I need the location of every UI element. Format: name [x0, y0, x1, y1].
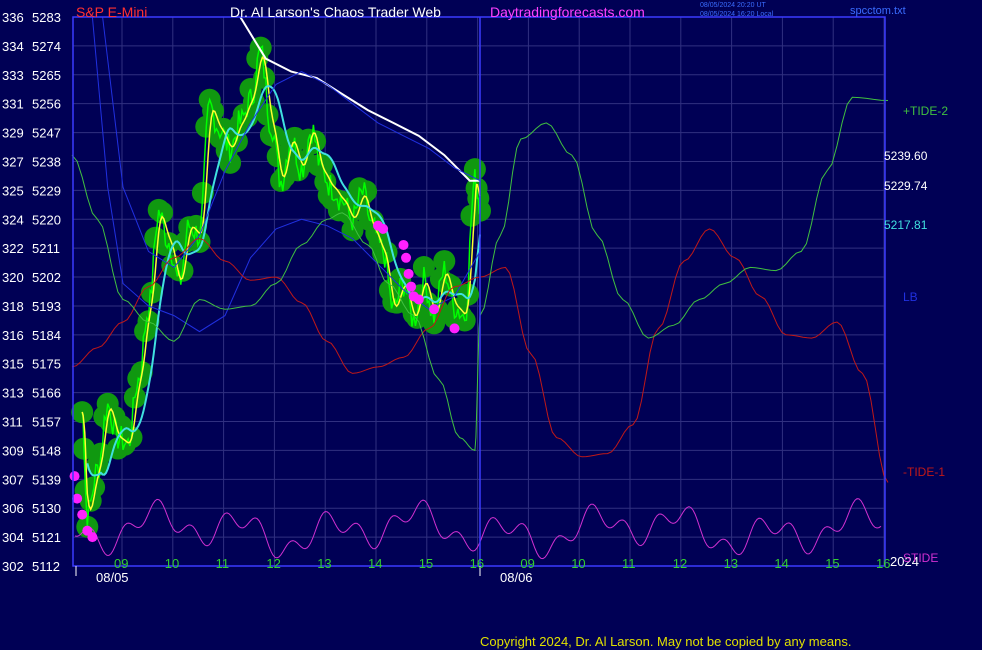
- label-tide-minus-1: -TIDE-1: [903, 465, 945, 479]
- y-tick-left: 302: [2, 559, 24, 574]
- site-link[interactable]: Daytradingforecasts.com: [490, 4, 645, 20]
- y-tick-price: 5274: [32, 39, 61, 54]
- y-tick-left: 333: [2, 68, 24, 83]
- y-tick-left: 315: [2, 357, 24, 372]
- turn-marker: [378, 223, 389, 234]
- x-tick-label: 13: [724, 556, 738, 571]
- y-tick-left: 320: [2, 270, 24, 285]
- y-tick-price: 5229: [32, 183, 61, 198]
- x-tick-label: 10: [165, 556, 179, 571]
- value-slow-average: 5217.81: [884, 218, 928, 232]
- date-label: 08/06: [500, 570, 533, 585]
- turn-marker: [429, 304, 440, 315]
- value-fast-average: 5229.74: [884, 179, 928, 193]
- y-tick-left: 336: [2, 10, 24, 25]
- y-tick-left: 306: [2, 501, 24, 516]
- y-tick-price: 5247: [32, 126, 61, 141]
- x-tick-label: 12: [673, 556, 687, 571]
- turn-marker: [449, 323, 460, 334]
- y-tick-price: 5256: [32, 97, 61, 112]
- x-tick-label: 14: [368, 556, 382, 571]
- turn-marker: [87, 532, 98, 543]
- x-tick-label: 15: [825, 556, 839, 571]
- x-tick-label: 11: [216, 556, 230, 571]
- timestamp-ut: 08/05/2024 20:20 UT: [700, 2, 766, 9]
- y-tick-price: 5220: [32, 212, 61, 227]
- x-tick-label: 15: [419, 556, 433, 571]
- y-tick-price: 5202: [32, 270, 61, 285]
- x-tick-label: 12: [266, 556, 280, 571]
- x-tick-label: 11: [622, 556, 636, 571]
- y-tick-price: 5139: [32, 472, 61, 487]
- x-tick-label: 09: [114, 556, 128, 571]
- y-tick-left: 327: [2, 154, 24, 169]
- y-tick-left: 329: [2, 126, 24, 141]
- y-tick-price: 5283: [32, 10, 61, 25]
- y-tick-left: 309: [2, 443, 24, 458]
- y-tick-price: 5148: [32, 443, 61, 458]
- turn-marker: [77, 509, 88, 520]
- turn-marker: [403, 268, 414, 279]
- y-tick-price: 5175: [32, 357, 61, 372]
- y-tick-left: 304: [2, 530, 24, 545]
- y-tick-price: 5157: [32, 415, 61, 430]
- y-tick-price: 5121: [32, 530, 61, 545]
- y-tick-left: 331: [2, 97, 24, 112]
- symbol-title: S&P E-Mini: [76, 4, 148, 20]
- x-tick-label: 10: [571, 556, 585, 571]
- y-tick-left: 307: [2, 472, 24, 487]
- turn-marker: [69, 471, 80, 482]
- x-tick-label: 09: [520, 556, 534, 571]
- label-tide-plus-2: +TIDE-2: [903, 104, 948, 118]
- y-tick-left: 324: [2, 212, 24, 227]
- label-lb: LB: [903, 290, 918, 304]
- x-tick-label: 16: [876, 556, 890, 571]
- file-name: spcctom.txt: [850, 5, 906, 17]
- y-tick-left: 313: [2, 386, 24, 401]
- timestamp-local: 08/05/2024 16:20 Local: [700, 11, 774, 18]
- x-tick-label: 13: [317, 556, 331, 571]
- label-stide: STIDE: [903, 551, 938, 565]
- y-tick-left: 311: [2, 415, 23, 430]
- x-tick-label: 14: [774, 556, 788, 571]
- chart: 336 5283 334 5274 333 5265 331 5256 329 5247 327 52…: [0, 0, 982, 650]
- y-tick-price: 5238: [32, 154, 61, 169]
- value-long-average: 5239.60: [884, 149, 928, 163]
- x-tick-label: 16: [470, 556, 484, 571]
- y-tick-left: 318: [2, 299, 24, 314]
- y-tick-left: 334: [2, 39, 24, 54]
- turn-marker: [413, 294, 424, 305]
- copyright: Copyright 2024, Dr. Al Larson. May not b…: [480, 634, 852, 649]
- author-title: Dr. Al Larson's Chaos Trader Web: [230, 4, 441, 20]
- y-tick-price: 5130: [32, 501, 61, 516]
- y-tick-price: 5112: [32, 559, 60, 574]
- y-tick-price: 5184: [32, 328, 61, 343]
- turn-marker: [398, 239, 409, 250]
- date-label: 08/05: [96, 570, 129, 585]
- y-tick-left: 316: [2, 328, 24, 343]
- turn-marker: [406, 281, 417, 292]
- y-tick-price: 5166: [32, 386, 61, 401]
- y-tick-price: 5193: [32, 299, 61, 314]
- y-tick-price: 5211: [32, 241, 60, 256]
- turn-marker: [401, 252, 412, 263]
- y-tick-left: 322: [2, 241, 24, 256]
- y-tick-left: 325: [2, 183, 24, 198]
- y-tick-price: 5265: [32, 68, 61, 83]
